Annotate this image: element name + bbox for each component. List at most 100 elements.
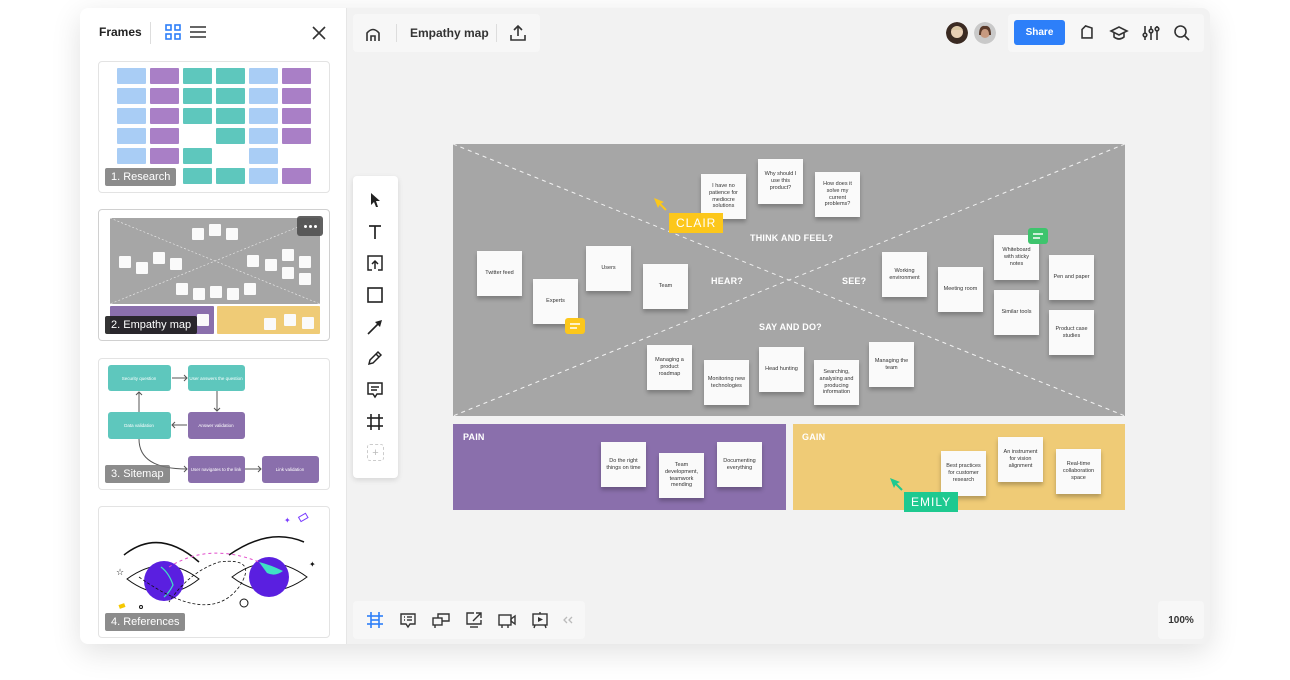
divider — [496, 24, 497, 42]
pen-icon[interactable] — [365, 348, 385, 368]
top-actions-bar: Share — [1008, 14, 1204, 52]
mini-sticky — [216, 128, 245, 144]
mini-sticky — [183, 88, 212, 104]
comments-icon[interactable] — [398, 610, 418, 630]
upload-frame-icon[interactable] — [365, 253, 385, 273]
comment-marker[interactable] — [565, 318, 585, 334]
sticky-note[interactable]: Similar tools — [994, 290, 1039, 335]
mini-sticky — [117, 148, 146, 164]
section-label-think-and-feel: THINK AND FEEL? — [750, 233, 834, 243]
mini-sticky — [216, 68, 245, 84]
mini-sticky — [282, 128, 311, 144]
mini-sticky — [117, 128, 146, 144]
share-screen-icon[interactable] — [464, 610, 484, 630]
grid-view-icon[interactable] — [165, 24, 181, 40]
settings-sliders-icon[interactable] — [1141, 23, 1161, 43]
board-title[interactable]: Empathy map — [410, 26, 489, 40]
sticky-note[interactable]: Searching, analysing and producing infor… — [814, 360, 859, 405]
sticky-note[interactable]: Managing the team — [869, 342, 914, 387]
text-icon[interactable] — [365, 222, 385, 242]
frames-icon[interactable] — [365, 610, 385, 630]
cards-icon[interactable] — [431, 610, 451, 630]
mini-sticky — [249, 88, 278, 104]
sticky-note[interactable]: Best practices for customer research — [941, 451, 986, 496]
search-icon[interactable] — [1172, 23, 1192, 43]
avatar[interactable] — [946, 22, 968, 44]
rectangle-icon[interactable] — [365, 285, 385, 305]
sticky-note[interactable]: Users — [586, 246, 631, 291]
learning-cap-icon[interactable] — [1109, 23, 1129, 43]
sitemap-node: User answers the question — [189, 376, 243, 381]
section-label-see: SEE? — [842, 276, 867, 286]
mini-sticky — [216, 88, 245, 104]
sticky-note[interactable]: Monitoring new technologies — [704, 360, 749, 405]
sticky-note[interactable]: Team development, teamwork mending — [659, 453, 704, 498]
sticky-note[interactable]: Twitter feed — [477, 251, 522, 296]
mini-sticky — [249, 148, 278, 164]
sticky-note[interactable]: Do the right things on time — [601, 442, 646, 487]
gain-section[interactable]: GAIN Best practices for customer researc… — [793, 424, 1125, 512]
mini-sticky — [249, 168, 278, 184]
sitemap-node: Data validation — [124, 423, 154, 428]
sticky-note[interactable]: Product case studies — [1049, 310, 1094, 355]
empathy-map-board[interactable]: THINK AND FEEL? HEAR? SEE? SAY AND DO? I… — [453, 144, 1125, 416]
sticky-note[interactable]: Team — [643, 264, 688, 309]
frame-label: 1. Research — [105, 168, 177, 186]
zoom-level[interactable]: 100% — [1158, 601, 1204, 639]
mini-sticky — [282, 68, 311, 84]
share-button[interactable]: Share — [1014, 20, 1065, 45]
sticky-note[interactable]: Meeting room — [938, 267, 983, 312]
list-view-icon[interactable] — [189, 24, 207, 40]
svg-text:☆: ☆ — [116, 567, 124, 577]
presentation-icon[interactable] — [530, 610, 550, 630]
more-options-button[interactable] — [297, 216, 323, 236]
sticky-note[interactable]: Documenting everything — [717, 442, 762, 487]
mini-sticky — [183, 148, 212, 164]
pain-section[interactable]: PAIN Do the right things on time Team de… — [453, 424, 786, 510]
sitemap-node: User navigates to the link — [191, 467, 242, 472]
mini-sticky — [249, 68, 278, 84]
sticky-note[interactable]: Pen and paper — [1049, 255, 1094, 300]
section-label-pain: PAIN — [463, 432, 485, 442]
mini-sticky — [117, 108, 146, 124]
avatar[interactable] — [974, 22, 996, 44]
frame-label: 3. Sitemap — [105, 465, 170, 483]
frame-card-research[interactable]: 1. Research — [98, 61, 330, 193]
sticky-note[interactable]: Managing a product roadmap — [647, 345, 692, 390]
sticky-note[interactable]: Working environment — [882, 252, 927, 297]
frame-card-empathy-map[interactable]: 2. Empathy map — [98, 209, 330, 341]
frame-label: 4. References — [105, 613, 186, 631]
sticky-note[interactable]: An instrument for vision alignment — [998, 437, 1043, 482]
close-icon[interactable] — [309, 23, 329, 43]
home-icon[interactable] — [363, 24, 383, 44]
comment-marker[interactable] — [1028, 228, 1048, 244]
frame-icon[interactable] — [365, 412, 385, 432]
sticky-note[interactable]: How does it solve my current problems? — [815, 172, 860, 217]
mini-sticky — [183, 108, 212, 124]
select-cursor-icon[interactable] — [365, 190, 385, 210]
mini-sticky — [150, 88, 179, 104]
mini-sticky — [216, 108, 245, 124]
svg-text:✦: ✦ — [309, 560, 316, 569]
sidebar-header: Frames — [80, 20, 347, 46]
collaborator-cursor-icon — [890, 478, 903, 491]
sticky-note[interactable]: Head hunting — [759, 347, 804, 392]
tag-icon[interactable] — [1077, 23, 1097, 43]
mini-sticky — [183, 168, 212, 184]
svg-text:✦: ✦ — [284, 516, 291, 525]
collaborator-name-tag: CLAIR — [669, 213, 724, 233]
comment-icon[interactable] — [365, 380, 385, 400]
mini-sticky — [183, 68, 212, 84]
section-label-say-and-do: SAY AND DO? — [759, 322, 822, 332]
mini-sticky — [249, 108, 278, 124]
mini-sticky — [282, 108, 311, 124]
sticky-note[interactable]: Why should I use this product? — [758, 159, 803, 204]
add-tool-button[interactable]: + — [367, 444, 384, 461]
upload-icon[interactable] — [508, 23, 528, 43]
frame-card-sitemap[interactable]: Security question User answers the quest… — [98, 358, 330, 490]
arrow-icon[interactable] — [365, 317, 385, 337]
collapse-icon[interactable] — [558, 610, 578, 630]
frame-card-references[interactable]: ✦ ☆ ✦ 4. References — [98, 506, 330, 638]
video-call-icon[interactable] — [497, 610, 517, 630]
sticky-note[interactable]: Real-time collaboration space — [1056, 449, 1101, 494]
